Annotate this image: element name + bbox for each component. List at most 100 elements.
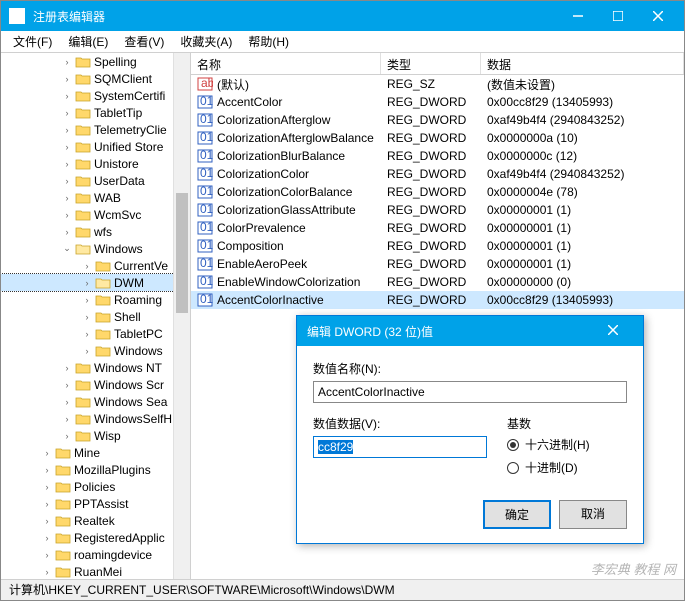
tree-item[interactable]: ›Windows Scr xyxy=(1,376,190,393)
tree-item[interactable]: ›Windows xyxy=(1,342,190,359)
tree-item[interactable]: ›Roaming xyxy=(1,291,190,308)
tree-item[interactable]: ›Windows Sea xyxy=(1,393,190,410)
value-row[interactable]: ab(默认)REG_SZ(数值未设置) xyxy=(191,75,684,93)
chevron-right-icon[interactable]: › xyxy=(41,515,53,527)
folder-icon xyxy=(75,242,91,256)
tree-item[interactable]: ›Wisp xyxy=(1,427,190,444)
chevron-right-icon[interactable]: › xyxy=(41,549,53,561)
chevron-right-icon[interactable]: › xyxy=(61,413,73,425)
tree-item[interactable]: ›Mine xyxy=(1,444,190,461)
tree-scrollbar[interactable] xyxy=(173,53,190,579)
scrollbar-thumb[interactable] xyxy=(176,193,188,313)
value-row[interactable]: 010CompositionREG_DWORD0x00000001 (1) xyxy=(191,237,684,255)
value-row[interactable]: 010EnableWindowColorizationREG_DWORD0x00… xyxy=(191,273,684,291)
tree-item[interactable]: ›RuanMei xyxy=(1,563,190,579)
value-row[interactable]: 010ColorPrevalenceREG_DWORD0x00000001 (1… xyxy=(191,219,684,237)
chevron-right-icon[interactable]: › xyxy=(81,311,93,323)
chevron-right-icon[interactable]: › xyxy=(61,73,73,85)
value-data: 0x0000004e (78) xyxy=(481,184,684,200)
chevron-right-icon[interactable]: › xyxy=(41,532,53,544)
tree-item[interactable]: ›roamingdevice xyxy=(1,546,190,563)
menu-file[interactable]: 文件(F) xyxy=(5,31,60,52)
tree-item[interactable]: ›TabletTip xyxy=(1,104,190,121)
menu-help[interactable]: 帮助(H) xyxy=(240,31,297,52)
tree-item[interactable]: ›SystemCertifi xyxy=(1,87,190,104)
chevron-right-icon[interactable]: › xyxy=(41,498,53,510)
col-data[interactable]: 数据 xyxy=(481,53,684,74)
value-data-input[interactable]: cc8f29 xyxy=(313,436,487,458)
value-row[interactable]: 010ColorizationColorREG_DWORD0xaf49b4f4 … xyxy=(191,165,684,183)
value-row[interactable]: 010ColorizationAfterglowREG_DWORD0xaf49b… xyxy=(191,111,684,129)
tree-item[interactable]: ›SQMClient xyxy=(1,70,190,87)
maximize-button[interactable] xyxy=(600,5,636,27)
dialog-close-button[interactable] xyxy=(593,324,633,338)
chevron-right-icon[interactable]: › xyxy=(81,277,93,289)
value-name-input[interactable] xyxy=(313,381,627,403)
chevron-right-icon[interactable]: › xyxy=(61,396,73,408)
minimize-button[interactable] xyxy=(560,5,596,27)
tree-item[interactable]: ›Shell xyxy=(1,308,190,325)
tree-item[interactable]: ›MozillaPlugins xyxy=(1,461,190,478)
chevron-right-icon[interactable]: › xyxy=(61,158,73,170)
ok-button[interactable]: 确定 xyxy=(483,500,551,529)
tree-item[interactable]: ›wfs xyxy=(1,223,190,240)
value-row[interactable]: 010ColorizationColorBalanceREG_DWORD0x00… xyxy=(191,183,684,201)
chevron-right-icon[interactable]: › xyxy=(41,566,53,578)
chevron-right-icon[interactable]: › xyxy=(61,226,73,238)
tree-item[interactable]: ›PPTAssist xyxy=(1,495,190,512)
chevron-right-icon[interactable]: › xyxy=(41,447,53,459)
value-row[interactable]: 010EnableAeroPeekREG_DWORD0x00000001 (1) xyxy=(191,255,684,273)
value-row[interactable]: 010AccentColorInactiveREG_DWORD0x00cc8f2… xyxy=(191,291,684,309)
value-row[interactable]: 010ColorizationAfterglowBalanceREG_DWORD… xyxy=(191,129,684,147)
tree-item[interactable]: ›Windows NT xyxy=(1,359,190,376)
tree-item[interactable]: ›DWM xyxy=(1,274,190,291)
tree-item[interactable]: ›Unistore xyxy=(1,155,190,172)
value-row[interactable]: 010ColorizationBlurBalanceREG_DWORD0x000… xyxy=(191,147,684,165)
tree-item[interactable]: ›WAB xyxy=(1,189,190,206)
chevron-right-icon[interactable]: › xyxy=(61,430,73,442)
chevron-right-icon[interactable]: › xyxy=(61,362,73,374)
chevron-right-icon[interactable]: › xyxy=(81,260,93,272)
tree-item[interactable]: ›TabletPC xyxy=(1,325,190,342)
tree-item[interactable]: ›WcmSvc xyxy=(1,206,190,223)
chevron-right-icon[interactable]: › xyxy=(61,56,73,68)
tree-item[interactable]: ⌄Windows xyxy=(1,240,190,257)
value-type: REG_DWORD xyxy=(381,256,481,272)
col-name[interactable]: 名称 xyxy=(191,53,381,74)
tree-item[interactable]: ›Spelling xyxy=(1,53,190,70)
radio-dec[interactable]: 十进制(D) xyxy=(507,459,627,476)
chevron-right-icon[interactable]: › xyxy=(61,141,73,153)
chevron-right-icon[interactable]: › xyxy=(61,209,73,221)
chevron-right-icon[interactable]: › xyxy=(61,90,73,102)
chevron-right-icon[interactable]: › xyxy=(61,175,73,187)
menu-view[interactable]: 查看(V) xyxy=(116,31,172,52)
tree-item[interactable]: ›TelemetryClie xyxy=(1,121,190,138)
col-type[interactable]: 类型 xyxy=(381,53,481,74)
status-path: 计算机\HKEY_CURRENT_USER\SOFTWARE\Microsoft… xyxy=(9,581,395,598)
chevron-right-icon[interactable]: › xyxy=(81,328,93,340)
value-row[interactable]: 010AccentColorREG_DWORD0x00cc8f29 (13405… xyxy=(191,93,684,111)
tree-item[interactable]: ›Realtek xyxy=(1,512,190,529)
close-button[interactable] xyxy=(640,5,676,27)
menu-edit[interactable]: 编辑(E) xyxy=(60,31,116,52)
chevron-right-icon[interactable]: › xyxy=(41,481,53,493)
dialog-titlebar[interactable]: 编辑 DWORD (32 位)值 xyxy=(297,316,643,346)
chevron-right-icon[interactable]: › xyxy=(61,192,73,204)
cancel-button[interactable]: 取消 xyxy=(559,500,627,529)
value-row[interactable]: 010ColorizationGlassAttributeREG_DWORD0x… xyxy=(191,201,684,219)
chevron-down-icon[interactable]: ⌄ xyxy=(61,243,73,255)
tree-item[interactable]: ›Policies xyxy=(1,478,190,495)
menu-favorites[interactable]: 收藏夹(A) xyxy=(172,31,240,52)
chevron-right-icon[interactable]: › xyxy=(41,464,53,476)
radio-hex[interactable]: 十六进制(H) xyxy=(507,436,627,453)
tree-item[interactable]: ›UserData xyxy=(1,172,190,189)
chevron-right-icon[interactable]: › xyxy=(61,107,73,119)
chevron-right-icon[interactable]: › xyxy=(61,124,73,136)
tree-item[interactable]: ›CurrentVe xyxy=(1,257,190,274)
tree-item[interactable]: ›WindowsSelfH xyxy=(1,410,190,427)
chevron-right-icon[interactable]: › xyxy=(61,379,73,391)
tree-item[interactable]: ›RegisteredApplic xyxy=(1,529,190,546)
tree-item[interactable]: ›Unified Store xyxy=(1,138,190,155)
chevron-right-icon[interactable]: › xyxy=(81,294,93,306)
chevron-right-icon[interactable]: › xyxy=(81,345,93,357)
